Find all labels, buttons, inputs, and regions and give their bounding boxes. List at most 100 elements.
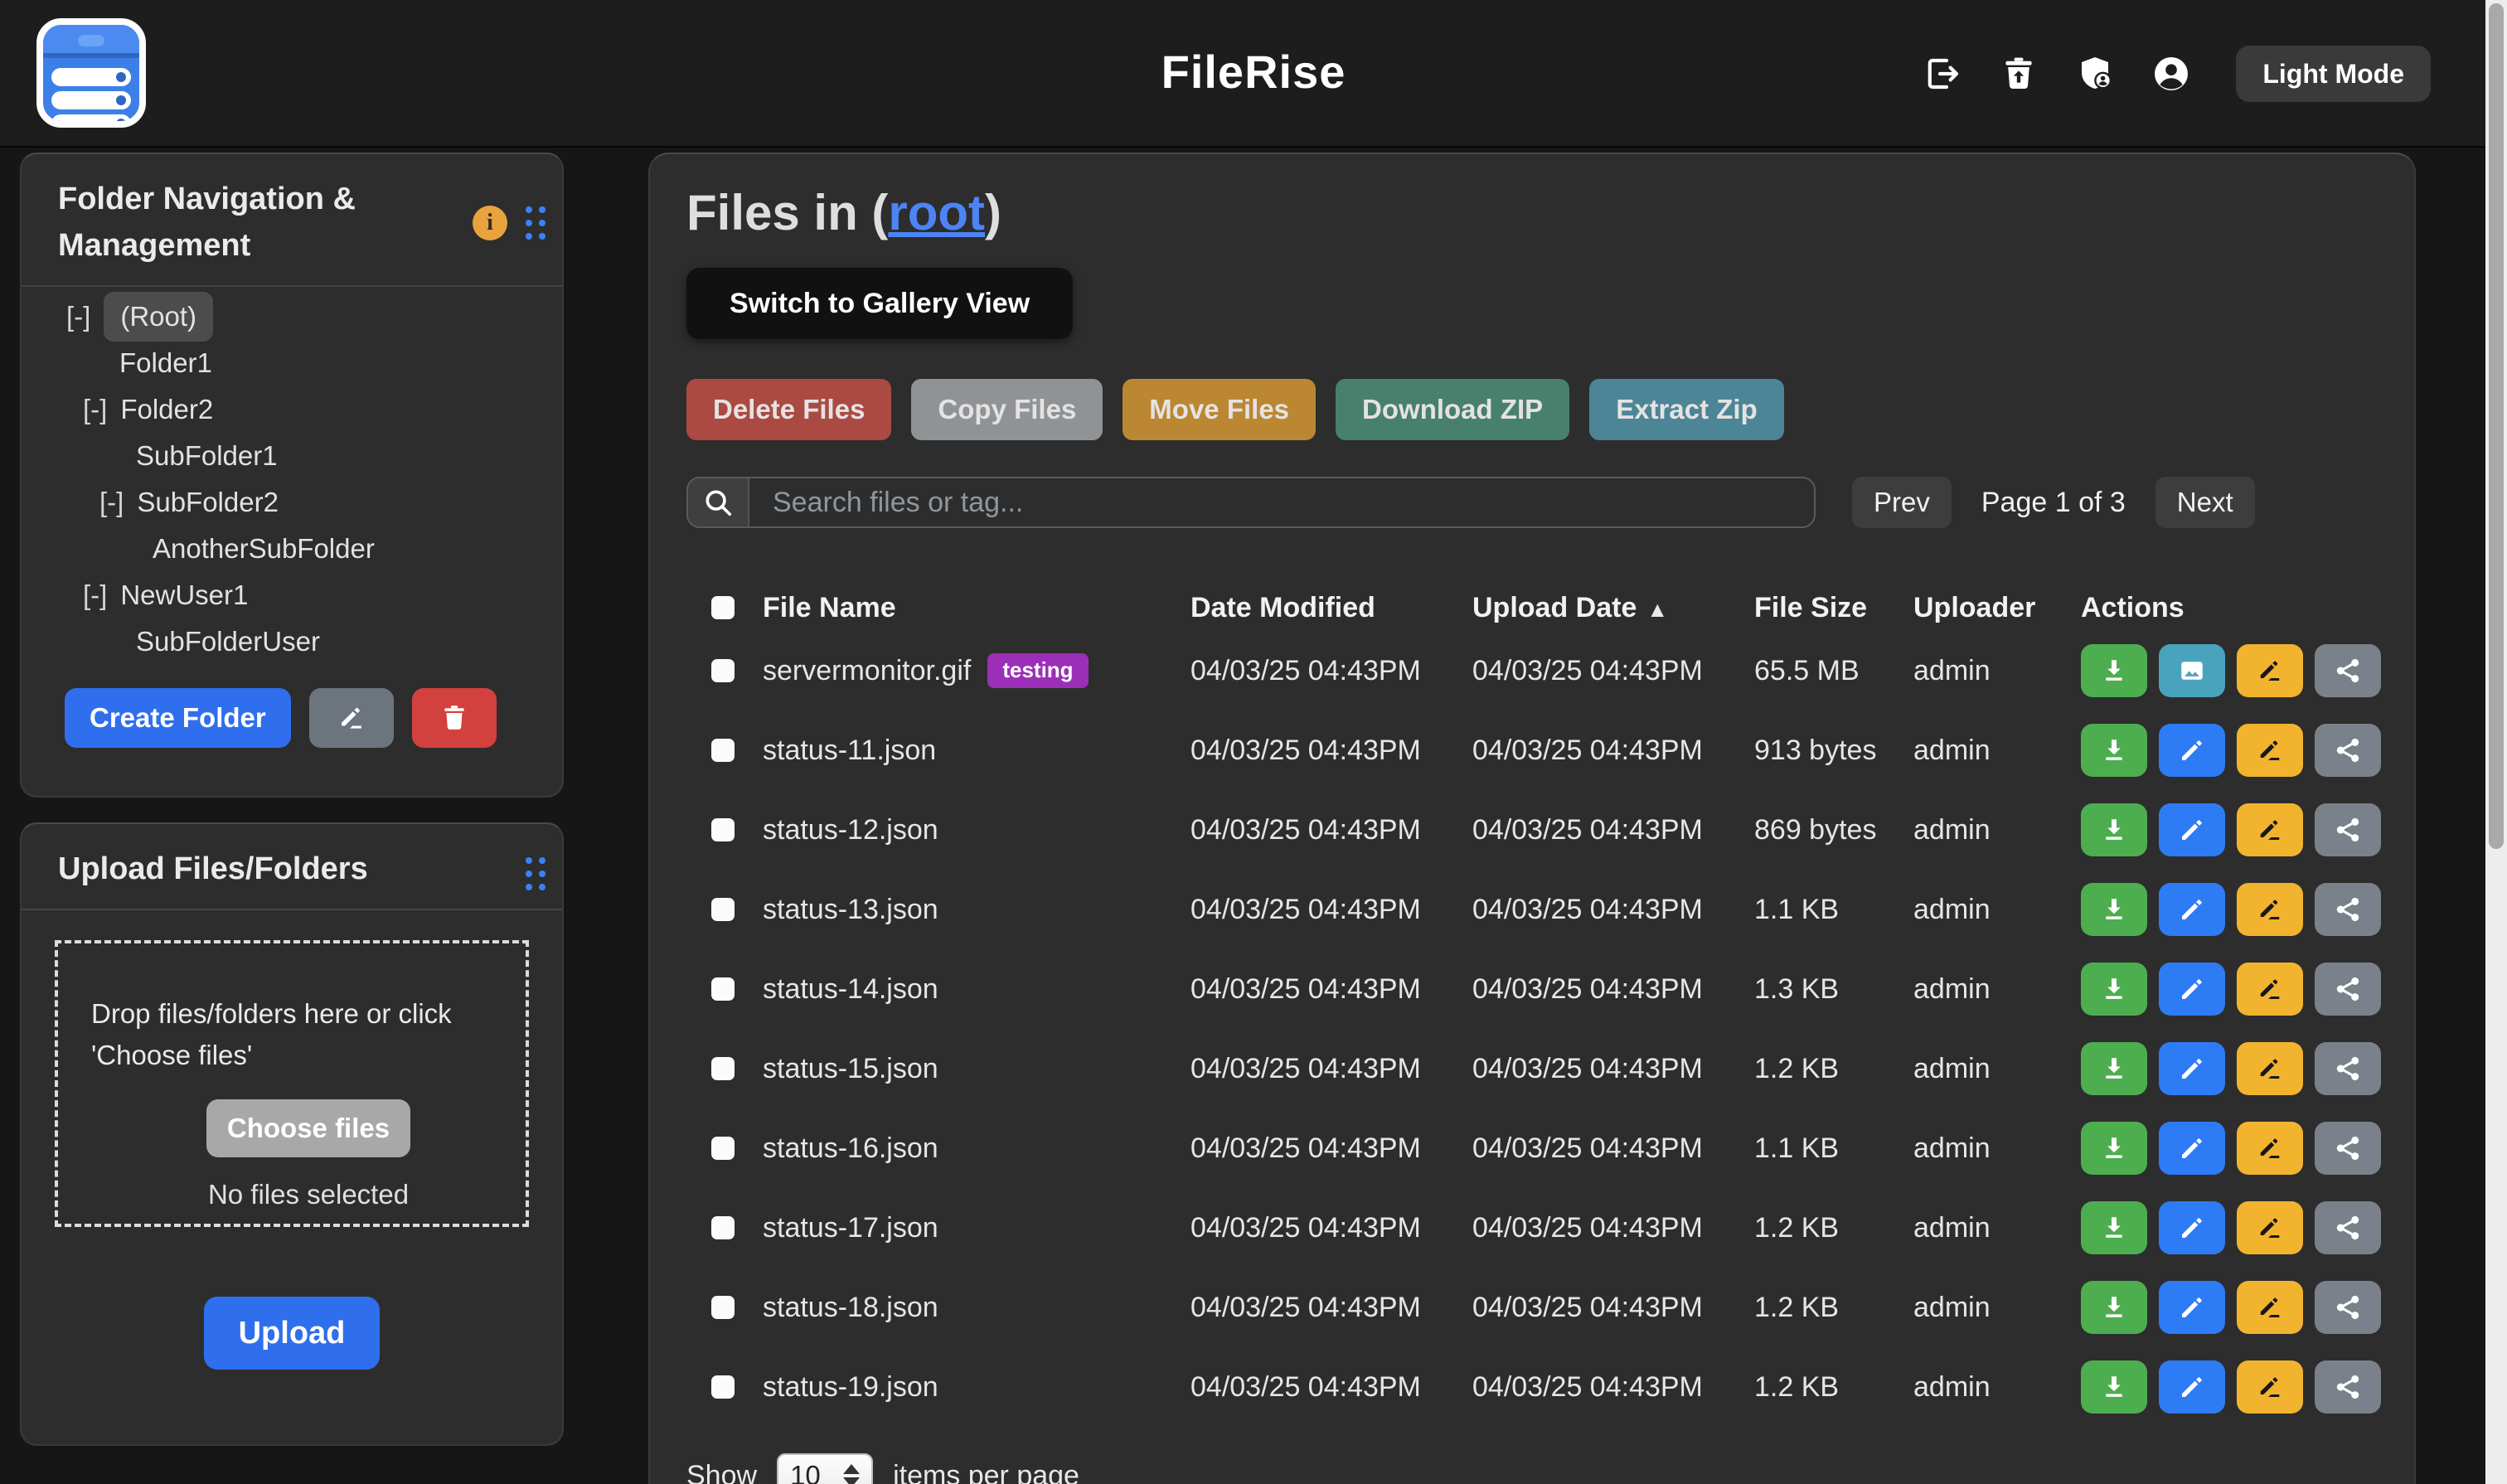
rename-button[interactable] — [2237, 1360, 2303, 1414]
share-button[interactable] — [2315, 644, 2381, 697]
file-name[interactable]: status-11.json — [763, 735, 936, 767]
file-name[interactable]: status-18.json — [763, 1292, 938, 1324]
file-name[interactable]: status-16.json — [763, 1132, 938, 1165]
rename-button[interactable] — [2237, 963, 2303, 1016]
root-folder-link[interactable]: root — [888, 185, 985, 240]
scrollbar-thumb[interactable] — [2489, 3, 2504, 849]
column-header-date-modified[interactable]: Date Modified — [1190, 592, 1472, 624]
delete-folder-button[interactable] — [412, 688, 497, 748]
search-input[interactable] — [749, 478, 1814, 526]
download-button[interactable] — [2081, 963, 2147, 1016]
download-button[interactable] — [2081, 724, 2147, 777]
share-button[interactable] — [2315, 1042, 2381, 1095]
rename-button[interactable] — [2237, 1042, 2303, 1095]
share-button[interactable] — [2315, 963, 2381, 1016]
row-checkbox[interactable] — [711, 1216, 735, 1239]
drag-handle-icon[interactable] — [526, 857, 546, 890]
column-header-actions[interactable]: Actions — [2081, 592, 2381, 624]
row-checkbox[interactable] — [711, 898, 735, 921]
folder-label[interactable]: SubFolder1 — [136, 433, 278, 479]
row-checkbox[interactable] — [711, 977, 735, 1001]
logout-icon[interactable] — [1921, 52, 1964, 95]
edit-button[interactable] — [2159, 1122, 2225, 1175]
rename-folder-button[interactable] — [309, 688, 394, 748]
folder-label[interactable]: SubFolderUser — [136, 618, 320, 665]
switch-to-gallery-view-button[interactable]: Switch to Gallery View — [686, 268, 1073, 339]
file-name[interactable]: status-14.json — [763, 973, 938, 1006]
select-all-checkbox[interactable] — [711, 596, 735, 619]
rename-button[interactable] — [2237, 1122, 2303, 1175]
share-button[interactable] — [2315, 1360, 2381, 1414]
folder-label[interactable]: AnotherSubFolder — [153, 526, 375, 572]
file-name[interactable]: status-13.json — [763, 894, 938, 926]
row-checkbox[interactable] — [711, 1057, 735, 1080]
column-header-file-size[interactable]: File Size — [1754, 592, 1913, 624]
copy-files-button[interactable]: Copy Files — [911, 379, 1103, 440]
folder-label[interactable]: NewUser1 — [120, 572, 248, 618]
share-button[interactable] — [2315, 1122, 2381, 1175]
row-checkbox[interactable] — [711, 818, 735, 841]
tree-collapse-toggle[interactable]: [-] — [83, 386, 107, 433]
rename-button[interactable] — [2237, 1281, 2303, 1334]
file-name[interactable]: status-19.json — [763, 1371, 938, 1404]
info-icon[interactable]: i — [473, 206, 507, 240]
download-button[interactable] — [2081, 883, 2147, 936]
upload-button[interactable]: Upload — [204, 1297, 380, 1370]
tree-collapse-toggle[interactable]: [-] — [66, 293, 90, 340]
file-name[interactable]: servermonitor.gif — [763, 655, 971, 687]
column-header-upload-date[interactable]: Upload Date▲ — [1472, 592, 1754, 624]
tree-collapse-toggle[interactable]: [-] — [99, 479, 124, 526]
rename-button[interactable] — [2237, 883, 2303, 936]
share-button[interactable] — [2315, 883, 2381, 936]
account-icon[interactable] — [2150, 52, 2193, 95]
tree-collapse-toggle[interactable]: [-] — [83, 572, 107, 618]
file-name[interactable]: status-12.json — [763, 814, 938, 846]
download-button[interactable] — [2081, 1122, 2147, 1175]
column-header-uploader[interactable]: Uploader — [1913, 592, 2081, 624]
choose-files-button[interactable]: Choose files — [206, 1099, 410, 1157]
image-preview-button[interactable] — [2159, 644, 2225, 697]
share-button[interactable] — [2315, 803, 2381, 856]
rename-button[interactable] — [2237, 724, 2303, 777]
file-dropzone[interactable]: Drop files/folders here or click 'Choose… — [55, 940, 529, 1227]
items-per-page-select[interactable]: 10 — [777, 1453, 873, 1484]
row-checkbox[interactable] — [711, 1375, 735, 1399]
edit-button[interactable] — [2159, 803, 2225, 856]
drag-handle-icon[interactable] — [526, 206, 546, 240]
move-files-button[interactable]: Move Files — [1123, 379, 1316, 440]
rename-button[interactable] — [2237, 644, 2303, 697]
trash-restore-icon[interactable] — [1997, 52, 2040, 95]
share-button[interactable] — [2315, 1201, 2381, 1254]
prev-page-button[interactable]: Prev — [1852, 477, 1952, 528]
folder-label[interactable]: Folder2 — [120, 386, 213, 433]
rename-button[interactable] — [2237, 803, 2303, 856]
download-button[interactable] — [2081, 1042, 2147, 1095]
edit-button[interactable] — [2159, 883, 2225, 936]
create-folder-button[interactable]: Create Folder — [65, 688, 291, 748]
download-button[interactable] — [2081, 1201, 2147, 1254]
share-button[interactable] — [2315, 724, 2381, 777]
file-name[interactable]: status-17.json — [763, 1212, 938, 1244]
folder-label[interactable]: SubFolder2 — [137, 479, 279, 526]
extract-zip-button[interactable]: Extract Zip — [1589, 379, 1784, 440]
admin-shield-icon[interactable] — [2073, 52, 2117, 95]
light-mode-button[interactable]: Light Mode — [2236, 46, 2431, 102]
column-header-file-name[interactable]: File Name — [763, 592, 1190, 624]
edit-button[interactable] — [2159, 1360, 2225, 1414]
folder-label[interactable]: Folder1 — [119, 340, 212, 386]
edit-button[interactable] — [2159, 1281, 2225, 1334]
row-checkbox[interactable] — [711, 739, 735, 762]
row-checkbox[interactable] — [711, 1137, 735, 1160]
row-checkbox[interactable] — [711, 1296, 735, 1319]
delete-files-button[interactable]: Delete Files — [686, 379, 891, 440]
download-button[interactable] — [2081, 644, 2147, 697]
edit-button[interactable] — [2159, 1201, 2225, 1254]
next-page-button[interactable]: Next — [2155, 477, 2255, 528]
row-checkbox[interactable] — [711, 659, 735, 682]
rename-button[interactable] — [2237, 1201, 2303, 1254]
edit-button[interactable] — [2159, 1042, 2225, 1095]
download-button[interactable] — [2081, 803, 2147, 856]
share-button[interactable] — [2315, 1281, 2381, 1334]
edit-button[interactable] — [2159, 963, 2225, 1016]
download-button[interactable] — [2081, 1360, 2147, 1414]
